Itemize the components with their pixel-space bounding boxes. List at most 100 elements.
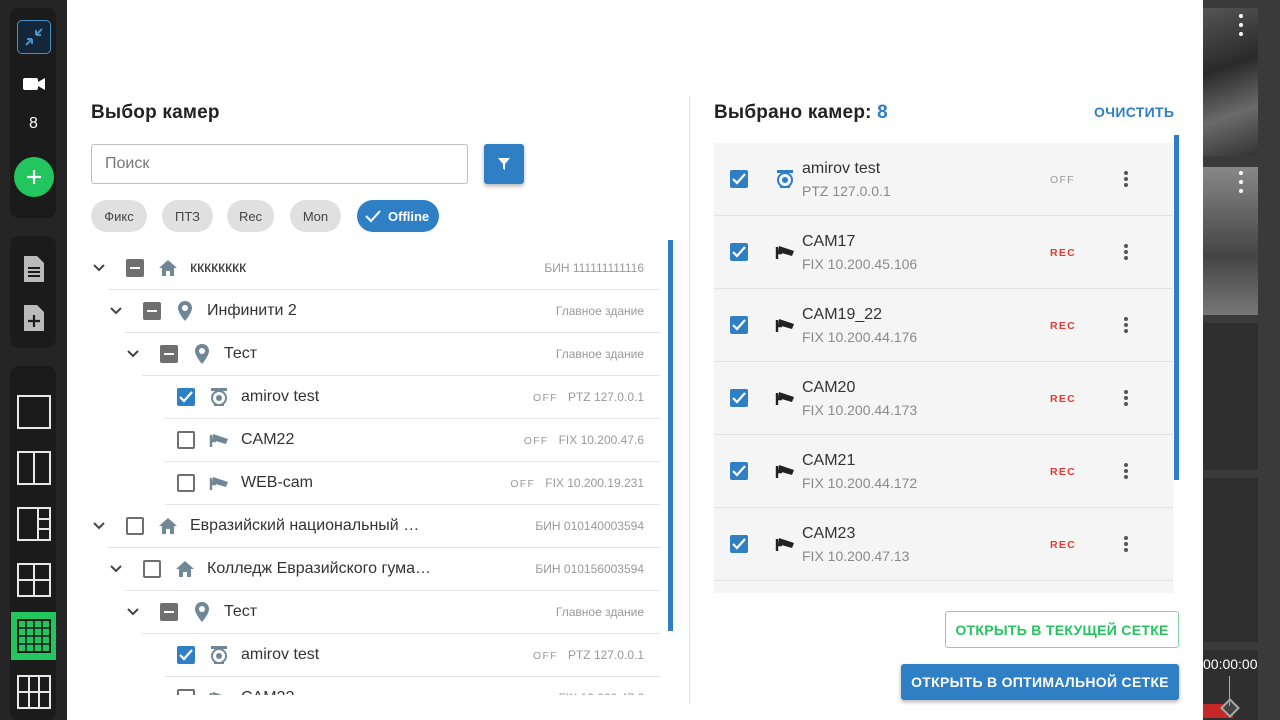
selected-camera-row[interactable]: CAM21 FIX 10.200.44.172 REC — [714, 435, 1173, 508]
selected-camera-checkbox[interactable] — [730, 389, 748, 407]
tree-checkbox[interactable] — [126, 259, 144, 277]
tree-checkbox[interactable] — [126, 517, 144, 535]
tree-item-meta: OFF PTZ 127.0.0.1 — [533, 648, 644, 662]
camera-address: FIX 10.200.44.172 — [802, 475, 918, 491]
selected-camera-checkbox[interactable] — [730, 243, 748, 261]
tree-item-label: Тест — [224, 345, 258, 362]
status-badge: OFF — [510, 478, 536, 490]
plus-icon — [27, 170, 41, 184]
fixed-camera-icon — [774, 387, 796, 409]
chevron-down-icon[interactable] — [92, 261, 106, 275]
layout-1x1-icon[interactable] — [17, 395, 51, 429]
tree-checkbox[interactable] — [177, 474, 195, 492]
tree-camera-row[interactable]: CAM22 OFF FIX 10.200.47.6 — [165, 677, 660, 695]
tree-checkbox[interactable] — [160, 603, 178, 621]
tree-checkbox[interactable] — [177, 689, 195, 695]
camera-address: FIX 10.200.47.13 — [802, 548, 910, 564]
filter-button[interactable] — [484, 144, 524, 184]
tree-group-row[interactable]: Тест Главное здание — [127, 591, 660, 634]
video-tile[interactable] — [1203, 478, 1258, 642]
selected-camera-row[interactable] — [714, 581, 1173, 593]
open-optimal-grid-button[interactable]: ОТКРЫТЬ В ОПТИМАЛЬНОЙ СЕТКЕ — [901, 664, 1179, 700]
tree-item-meta: Главное здание — [556, 304, 644, 318]
selected-camera-checkbox[interactable] — [730, 462, 748, 480]
building-icon — [157, 257, 179, 279]
tree-camera-row[interactable]: amirov test OFF PTZ 127.0.0.1 — [165, 634, 660, 677]
layout-3x2-icon[interactable] — [17, 675, 51, 709]
tree-checkbox[interactable] — [177, 388, 195, 406]
add-document-icon[interactable] — [20, 302, 48, 334]
chevron-down-icon[interactable] — [126, 605, 140, 619]
selected-camera-checkbox[interactable] — [730, 316, 748, 334]
layout-1plus-icon[interactable] — [17, 507, 51, 541]
chip-rec[interactable]: Rec — [227, 200, 274, 232]
video-tile[interactable] — [1203, 8, 1258, 156]
more-icon[interactable] — [1118, 314, 1134, 336]
selected-camera-checkbox[interactable] — [730, 170, 748, 188]
tree-group-row[interactable]: Евразийский национальный университет БИН … — [93, 505, 660, 548]
chevron-down-icon[interactable] — [109, 562, 123, 576]
tree-item-meta-value: Главное здание — [555, 347, 644, 361]
tree-checkbox[interactable] — [177, 646, 195, 664]
video-tile[interactable] — [1203, 323, 1258, 470]
building-icon — [157, 515, 179, 537]
tree-camera-row[interactable]: WEB-cam OFF FIX 10.200.19.231 — [165, 462, 660, 505]
more-icon[interactable] — [1118, 460, 1134, 482]
chip-ptz[interactable]: ПТЗ — [162, 200, 213, 232]
selected-camera-checkbox[interactable] — [730, 535, 748, 553]
tree-item-label: Евразийский национальный университет — [190, 517, 420, 534]
selected-scrollbar[interactable] — [1174, 135, 1179, 480]
chip-mon[interactable]: Mon — [290, 200, 341, 232]
search-input[interactable] — [91, 144, 468, 184]
more-icon[interactable] — [1118, 241, 1134, 263]
layout-2x2-icon[interactable] — [17, 563, 51, 597]
selected-camera-row[interactable]: CAM19_22 FIX 10.200.44.176 REC — [714, 289, 1173, 362]
tree-camera-row[interactable]: CAM22 OFF FIX 10.200.47.6 — [165, 419, 660, 462]
add-button[interactable] — [14, 157, 54, 197]
more-icon[interactable] — [1118, 533, 1134, 555]
tree-item-meta: OFF FIX 10.200.47.6 — [524, 691, 644, 695]
tree-checkbox[interactable] — [143, 302, 161, 320]
tree-item-meta: Главное здание — [556, 347, 644, 361]
selected-camera-row[interactable]: CAM23 FIX 10.200.47.13 REC — [714, 508, 1173, 581]
camera-icon[interactable] — [21, 72, 47, 96]
chip-offline[interactable]: Offline — [357, 200, 439, 232]
layout-grid-active-icon[interactable] — [11, 612, 56, 660]
tree-group-row[interactable]: Тест Главное здание — [127, 333, 660, 376]
tree-checkbox[interactable] — [177, 431, 195, 449]
layout-1x2-icon[interactable] — [17, 451, 51, 485]
selected-camera-row[interactable]: CAM17 FIX 10.200.45.106 REC — [714, 216, 1173, 289]
tree-item-meta: БИН 010140003594 — [535, 519, 644, 533]
chevron-down-icon[interactable] — [109, 304, 123, 318]
selected-count: 8 — [877, 102, 888, 123]
fixed-camera-icon — [208, 687, 230, 695]
open-current-grid-button[interactable]: ОТКРЫТЬ В ТЕКУЩЕЙ СЕТКЕ — [945, 611, 1179, 648]
tile-menu-icon[interactable] — [1236, 171, 1246, 193]
more-icon[interactable] — [1118, 168, 1134, 190]
tile-menu-icon[interactable] — [1236, 14, 1246, 36]
tree-group-row[interactable]: кккккккк БИН 111111111116 — [93, 247, 660, 290]
selected-camera-row[interactable]: CAM20 FIX 10.200.44.173 REC — [714, 362, 1173, 435]
status-badge: OFF — [523, 435, 549, 447]
tree-item-label: CAM22 — [241, 689, 294, 695]
collapse-button[interactable] — [17, 20, 51, 54]
video-tile[interactable] — [1203, 167, 1258, 315]
chevron-down-icon[interactable] — [92, 519, 106, 533]
tree-scrollbar[interactable] — [668, 240, 673, 631]
tree-group-row[interactable]: Колледж Евразийского гуманитарного инсти… — [110, 548, 660, 591]
more-icon[interactable] — [1118, 387, 1134, 409]
tree-item-label: CAM22 — [241, 431, 295, 448]
tree-item-meta: Главное здание — [556, 605, 644, 619]
clear-button[interactable]: ОЧИСТИТЬ — [1094, 104, 1174, 120]
tree-item-meta: БИН 111111111116 — [544, 261, 644, 275]
document-icon[interactable] — [20, 253, 48, 285]
tree-checkbox[interactable] — [143, 560, 161, 578]
chip-fix[interactable]: Фикс — [91, 200, 147, 232]
selected-camera-row[interactable]: amirov test PTZ 127.0.0.1 OFF — [714, 143, 1173, 216]
tree-camera-row[interactable]: amirov test OFF PTZ 127.0.0.1 — [165, 376, 660, 419]
tree-checkbox[interactable] — [160, 345, 178, 363]
tree-group-row[interactable]: Инфинити 2 Главное здание — [110, 290, 660, 333]
tree-item-meta-value: Главное здание — [555, 304, 644, 318]
fixed-camera-icon — [774, 314, 796, 336]
chevron-down-icon[interactable] — [126, 347, 140, 361]
